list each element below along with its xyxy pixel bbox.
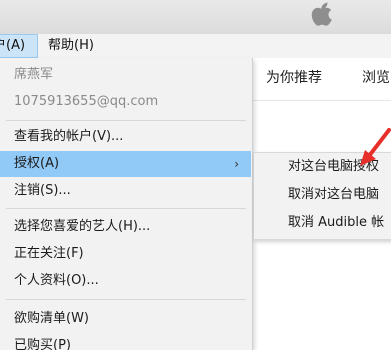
- deauthorize-computer-item[interactable]: 取消对这台电脑: [254, 182, 391, 208]
- itunes-window: 户(A) 帮助(H) 为你推荐 浏览 席燕军 1075913655@qq.com…: [0, 0, 391, 350]
- menu-separator: [6, 208, 246, 209]
- choose-artists-item[interactable]: 选择您喜爱的艺人(H)...: [0, 214, 251, 240]
- menu-account[interactable]: 户(A): [0, 34, 38, 58]
- account-dropdown-menu: 席燕军 1075913655@qq.com 查看我的帐户(V)... 授权(A)…: [0, 58, 253, 350]
- authorize-label: 授权(A): [14, 156, 60, 171]
- tab-for-you[interactable]: 为你推荐: [266, 58, 322, 100]
- tab-browse[interactable]: 浏览: [362, 58, 390, 100]
- view-account-item[interactable]: 查看我的帐户(V)...: [0, 124, 251, 150]
- purchased-item[interactable]: 已购买(P): [0, 333, 251, 350]
- chevron-right-icon: ›: [234, 157, 239, 171]
- red-arrow-icon: [360, 128, 391, 166]
- profile-item[interactable]: 个人资料(O)...: [0, 268, 251, 294]
- sign-out-item[interactable]: 注销(S)...: [0, 178, 251, 204]
- apple-logo-icon: [311, 2, 332, 26]
- following-item[interactable]: 正在关注(F): [0, 241, 251, 267]
- menu-separator: [6, 299, 246, 300]
- menu-bar: 户(A) 帮助(H): [0, 34, 391, 59]
- user-email: 1075913655@qq.com: [14, 94, 159, 109]
- user-name: 席燕军: [14, 67, 54, 82]
- menu-separator: [6, 120, 246, 121]
- title-bar: [0, 0, 391, 34]
- store-tabs: 为你推荐 浏览: [252, 58, 391, 101]
- authorize-item[interactable]: 授权(A) ›: [0, 151, 251, 177]
- deauthorize-audible-item[interactable]: 取消 Audible 帐: [254, 210, 391, 236]
- menu-help[interactable]: 帮助(H): [42, 34, 100, 58]
- wishlist-item[interactable]: 欲购清单(W): [0, 306, 251, 332]
